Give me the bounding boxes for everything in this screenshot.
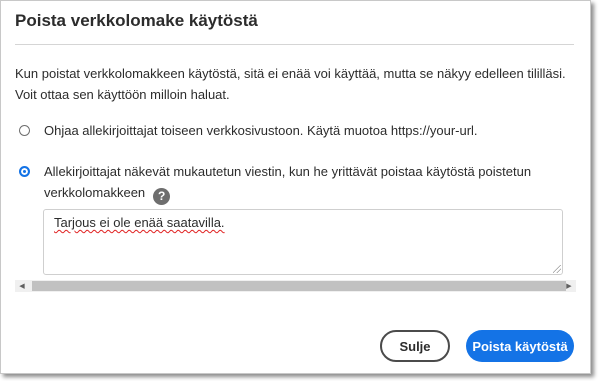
custom-message-textarea[interactable]: Tarjous ei ole enää saatavilla. <box>43 209 563 275</box>
redirect-radio[interactable] <box>19 125 30 136</box>
disable-button[interactable]: Poista käytöstä <box>466 330 574 362</box>
redirect-radio-label[interactable]: Ohjaa allekirjoittajat toiseen verkkosiv… <box>44 120 478 141</box>
horizontal-scrollbar[interactable]: ◀ ▶ <box>15 280 576 292</box>
dialog-title: Poista verkkolomake käytöstä <box>15 11 258 30</box>
scroll-left-arrow-icon[interactable]: ◀ <box>15 280 29 292</box>
question-circle-icon[interactable]: ? <box>153 188 171 205</box>
custom-message-radio[interactable] <box>19 166 30 177</box>
scrollbar-thumb[interactable] <box>32 281 566 291</box>
title-divider <box>15 44 574 45</box>
custom-message-radio-label[interactable]: Allekirjoittajat näkevät mukautetun vies… <box>44 161 559 205</box>
custom-message-value: Tarjous ei ole enää saatavilla. <box>54 215 225 230</box>
custom-message-label-text: Allekirjoittajat näkevät mukautetun vies… <box>44 164 532 200</box>
disable-web-form-dialog: Poista verkkolomake käytöstä Kun poistat… <box>0 0 591 374</box>
scroll-right-arrow-icon[interactable]: ▶ <box>562 280 576 292</box>
option-redirect[interactable]: Ohjaa allekirjoittajat toiseen verkkosiv… <box>19 120 579 141</box>
dialog-description: Kun poistat verkkolomakkeen käytöstä, si… <box>15 66 566 102</box>
textarea-resize-handle[interactable] <box>553 265 561 273</box>
option-custom-message[interactable]: Allekirjoittajat näkevät mukautetun vies… <box>19 161 559 205</box>
close-button[interactable]: Sulje <box>380 330 450 362</box>
